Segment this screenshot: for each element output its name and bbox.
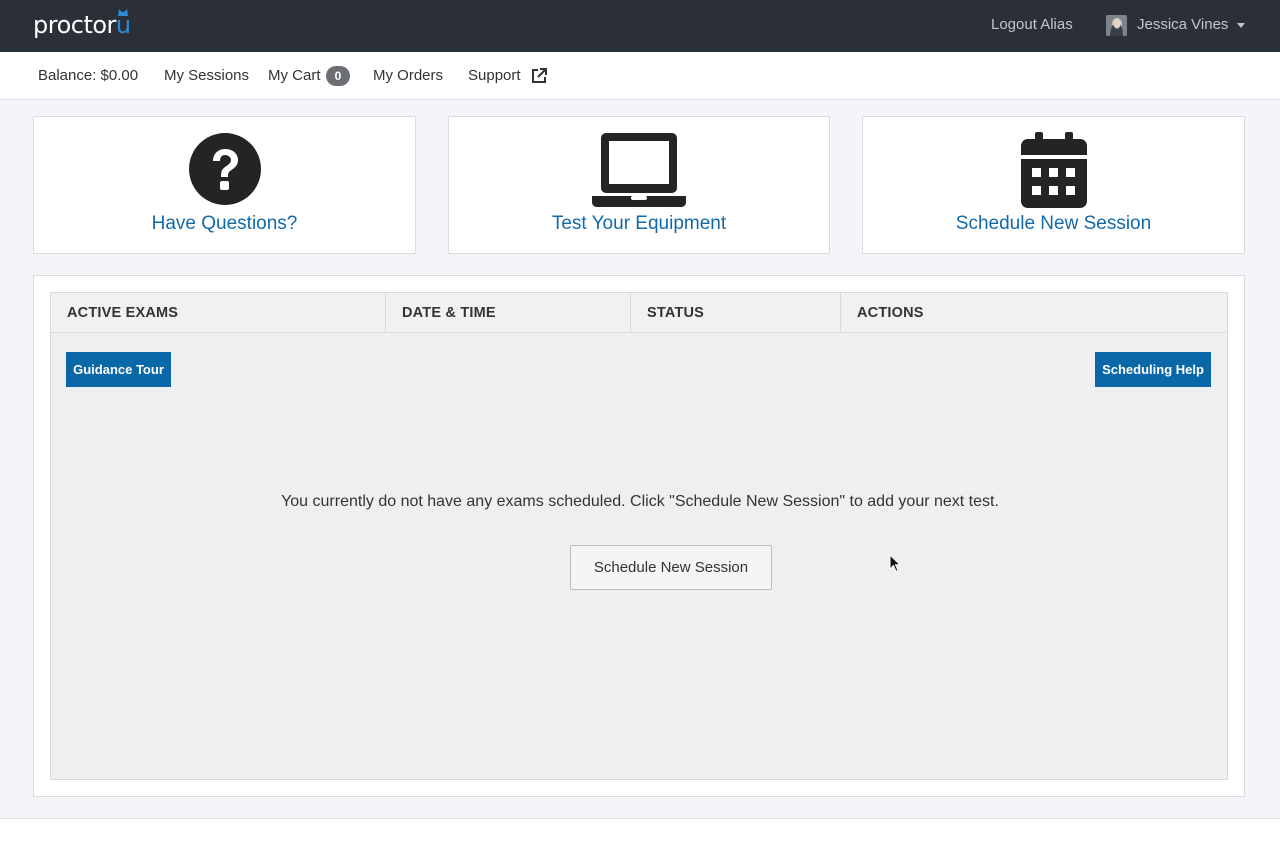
top-navbar: proctor u Logout Alias Jessica Vines: [0, 0, 1280, 52]
question-circle-icon: [188, 133, 261, 205]
balance-label: Balance: $0.00: [38, 67, 139, 84]
external-link-icon[interactable]: [530, 67, 548, 85]
test-equipment-card[interactable]: Test Your Equipment: [448, 116, 830, 254]
chevron-down-icon[interactable]: [1237, 23, 1245, 28]
user-menu[interactable]: Jessica Vines: [1137, 16, 1228, 33]
user-photo-icon: [1106, 15, 1127, 36]
schedule-new-session-button[interactable]: Schedule New Session: [570, 545, 772, 590]
laptop-icon: [592, 133, 686, 207]
column-header-date-time: DATE & TIME: [386, 293, 631, 333]
owl-ears-icon: [117, 9, 128, 16]
proctoru-logo[interactable]: proctor u: [33, 9, 131, 39]
have-questions-card[interactable]: Have Questions?: [33, 116, 416, 254]
avatar[interactable]: [1106, 15, 1127, 36]
column-header-active-exams: ACTIVE EXAMS: [51, 293, 386, 333]
empty-state-message: You currently do not have any exams sche…: [281, 493, 999, 510]
table-header: ACTIVE EXAMS DATE & TIME STATUS ACTIONS: [51, 293, 1227, 333]
guidance-tour-button[interactable]: Guidance Tour: [66, 352, 171, 387]
footer: [0, 818, 1280, 865]
my-sessions-link[interactable]: My Sessions: [164, 67, 249, 84]
my-cart-link[interactable]: My Cart: [268, 67, 321, 84]
active-exams-table: ACTIVE EXAMS DATE & TIME STATUS ACTIONS: [50, 292, 1228, 780]
column-header-actions: ACTIONS: [857, 305, 924, 321]
column-header-status: STATUS: [631, 293, 841, 333]
schedule-session-title[interactable]: Schedule New Session: [863, 213, 1244, 235]
scheduling-help-button[interactable]: Scheduling Help: [1095, 352, 1211, 387]
support-link[interactable]: Support: [468, 67, 521, 84]
calendar-icon: [1020, 132, 1087, 208]
have-questions-title[interactable]: Have Questions?: [34, 213, 415, 235]
logo-text: proctor: [33, 11, 116, 39]
mouse-cursor-icon: [889, 554, 901, 573]
test-equipment-title[interactable]: Test Your Equipment: [449, 213, 829, 235]
my-orders-link[interactable]: My Orders: [373, 67, 443, 84]
logo-accent: u: [116, 9, 131, 39]
cart-count-badge: 0: [326, 66, 350, 86]
logout-alias-link[interactable]: Logout Alias: [991, 16, 1073, 33]
sub-navbar: Balance: $0.00 My Sessions My Cart My Or…: [0, 52, 1280, 100]
schedule-session-card[interactable]: Schedule New Session: [862, 116, 1245, 254]
